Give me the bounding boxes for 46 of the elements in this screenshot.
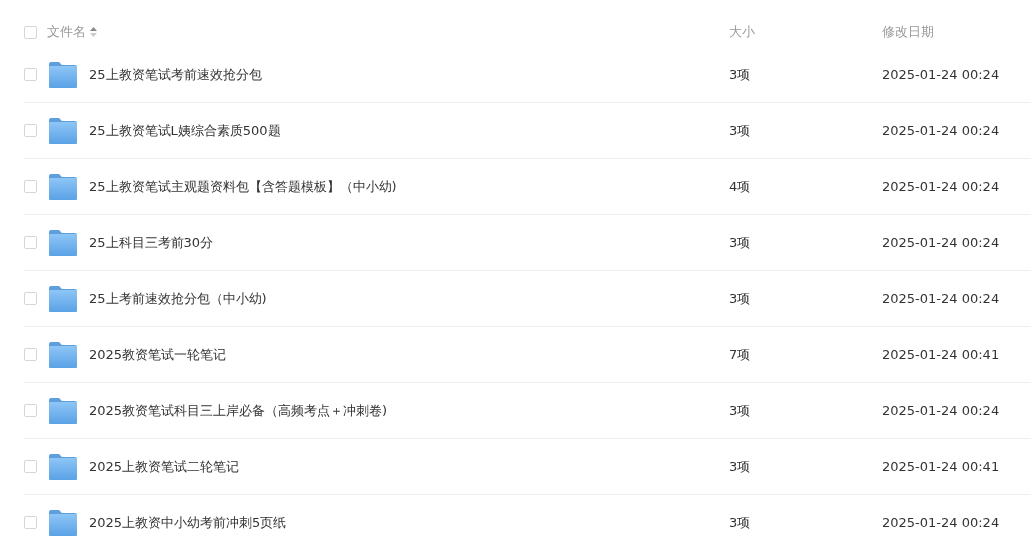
item-count: 3项 xyxy=(729,233,752,252)
file-name[interactable]: 2025上教资笔试二轮笔记 xyxy=(89,457,729,476)
folder-icon xyxy=(49,397,77,424)
item-count: 3项 xyxy=(729,65,752,84)
folder-icon xyxy=(49,173,77,200)
file-name[interactable]: 25上教资笔试考前速效抢分包 xyxy=(89,65,729,84)
modified-date: 2025-01-24 00:24 xyxy=(882,291,1000,306)
modified-date: 2025-01-24 00:41 xyxy=(882,459,1000,474)
folder-icon xyxy=(49,509,77,536)
modified-date: 2025-01-24 00:24 xyxy=(882,515,1000,530)
modified-date: 2025-01-24 00:24 xyxy=(882,235,1000,250)
item-count: 4项 xyxy=(729,177,752,196)
row-checkbox[interactable] xyxy=(24,460,37,473)
folder-icon xyxy=(49,285,77,312)
item-count: 3项 xyxy=(729,401,752,420)
folder-icon xyxy=(49,341,77,368)
modified-date: 2025-01-24 00:24 xyxy=(882,179,1000,194)
folder-icon xyxy=(49,117,77,144)
modified-date: 2025-01-24 00:41 xyxy=(882,347,1000,362)
row-checkbox[interactable] xyxy=(24,348,37,361)
row-checkbox[interactable] xyxy=(24,236,37,249)
item-count: 3项 xyxy=(729,513,752,532)
file-name[interactable]: 25上教资笔试L姨综合素质500题 xyxy=(89,121,729,140)
file-name[interactable]: 2025教资笔试科目三上岸必备（高频考点＋冲刺卷) xyxy=(89,401,729,420)
file-name[interactable]: 25上考前速效抢分包（中小幼) xyxy=(89,289,729,308)
file-name[interactable]: 2025教资笔试一轮笔记 xyxy=(89,345,729,364)
modified-date: 2025-01-24 00:24 xyxy=(882,67,1000,82)
folder-icon xyxy=(49,229,77,256)
row-checkbox[interactable] xyxy=(24,68,37,81)
file-name[interactable]: 25上科目三考前30分 xyxy=(89,233,729,252)
file-name[interactable]: 2025上教资中小幼考前冲刺5页纸 xyxy=(89,513,729,532)
row-checkbox[interactable] xyxy=(24,292,37,305)
row-checkbox[interactable] xyxy=(24,516,37,529)
row-checkbox[interactable] xyxy=(24,404,37,417)
file-name[interactable]: 25上教资笔试主观题资料包【含答题模板】（中小幼) xyxy=(89,177,729,196)
item-count: 3项 xyxy=(729,457,752,476)
modified-date: 2025-01-24 00:24 xyxy=(882,403,1000,418)
row-checkbox[interactable] xyxy=(24,124,37,137)
row-checkbox[interactable] xyxy=(24,180,37,193)
item-count: 3项 xyxy=(729,121,752,140)
item-count: 3项 xyxy=(729,289,752,308)
folder-icon xyxy=(49,61,77,88)
item-count: 7项 xyxy=(729,345,752,364)
folder-icon xyxy=(49,453,77,480)
modified-date: 2025-01-24 00:24 xyxy=(882,123,1000,138)
select-all-checkbox[interactable] xyxy=(24,25,37,39)
